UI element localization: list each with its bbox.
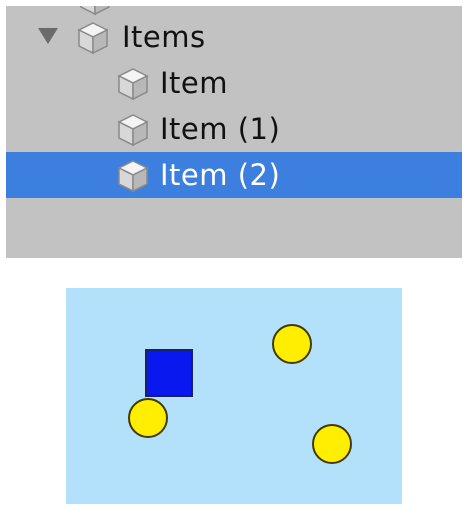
gameobject-cube-icon [116,159,150,193]
gameobject-cube-icon [116,113,150,147]
hierarchy-panel: Items Item Item (1) Item (2) [6,6,462,258]
coin-item [312,424,352,464]
gameobject-cube-icon [76,21,110,55]
hierarchy-row-item-1[interactable]: Item (1) [6,106,462,152]
coin-item [128,398,168,438]
hierarchy-row-item-2[interactable]: Item (2) [6,152,462,198]
foldout-arrow-icon[interactable] [38,28,58,44]
gameobject-cube-icon [116,67,150,101]
player-square [145,349,193,397]
hierarchy-item-label: Item [160,66,229,100]
hierarchy-row-item[interactable]: Item [6,60,462,106]
hierarchy-item-label: Items [122,20,206,54]
hierarchy-row-items[interactable]: Items [6,14,462,60]
coin-item [272,324,312,364]
hierarchy-item-label: Item (2) [160,158,281,192]
hierarchy-item-label: Item (1) [160,112,281,146]
game-view [66,288,402,504]
